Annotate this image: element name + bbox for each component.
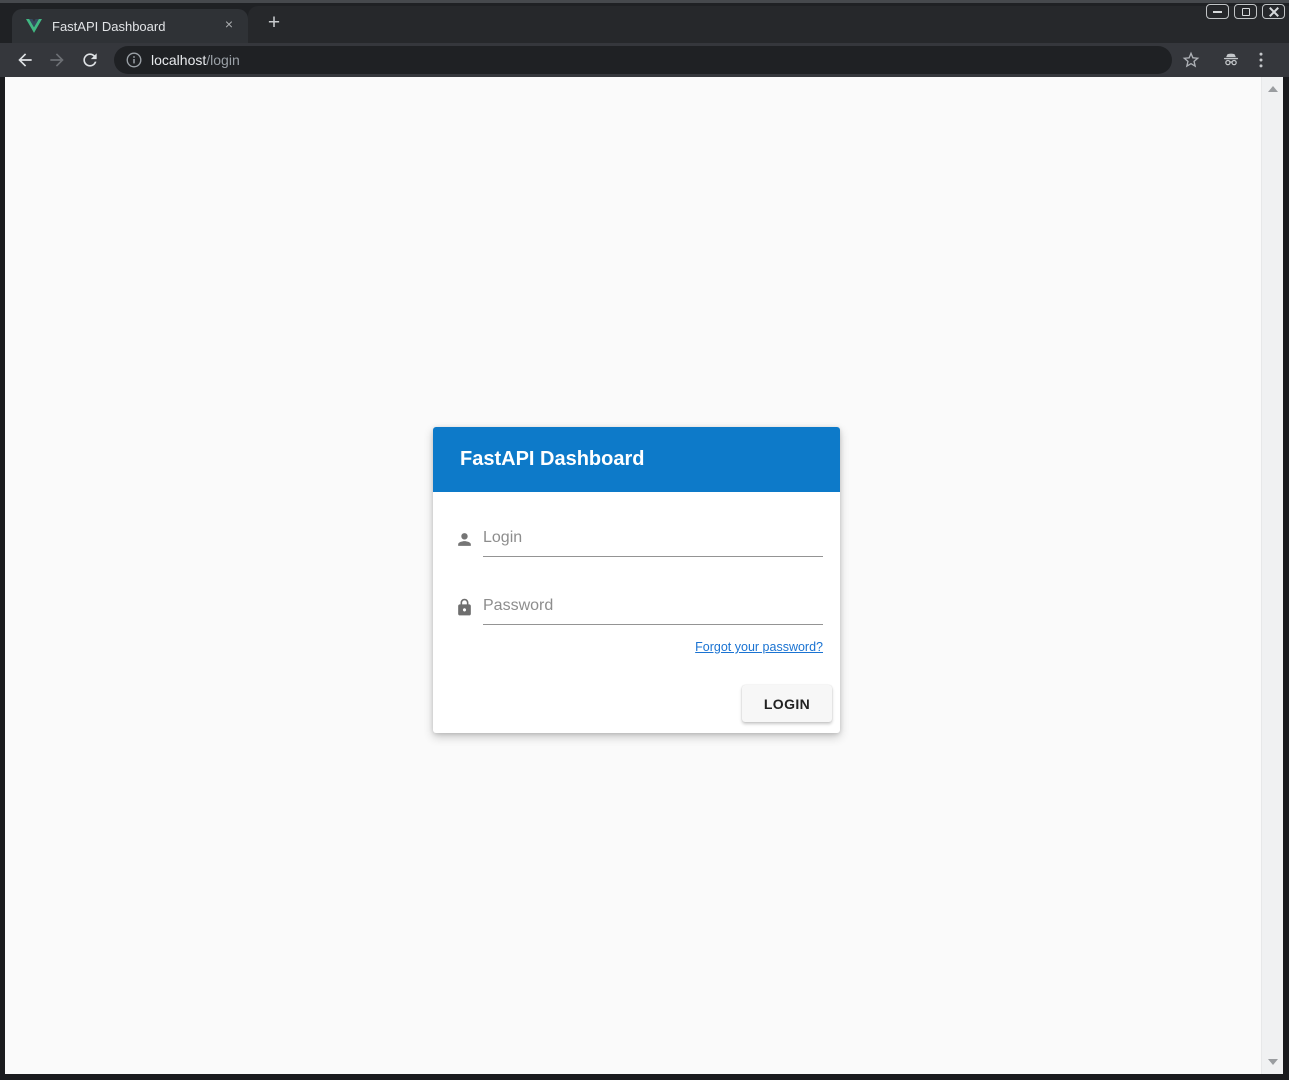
tabstrip-background xyxy=(248,6,1289,43)
forward-arrow-icon xyxy=(47,50,67,70)
person-icon xyxy=(455,530,474,549)
login-button[interactable]: LOGIN xyxy=(742,685,832,722)
page-scrollbar[interactable] xyxy=(1261,77,1283,1074)
url-text: localhost/login xyxy=(151,52,240,68)
maximize-button[interactable] xyxy=(1234,4,1257,19)
password-input[interactable] xyxy=(483,593,823,625)
window-top-border xyxy=(0,0,1289,3)
back-arrow-icon xyxy=(15,50,35,70)
minimize-icon xyxy=(1213,11,1222,13)
scrollbar-up-arrow-icon[interactable] xyxy=(1268,86,1278,92)
incognito-icon xyxy=(1221,49,1241,69)
page-info-icon[interactable] xyxy=(126,52,142,68)
three-dots-icon xyxy=(1251,50,1271,70)
minimize-button[interactable] xyxy=(1206,4,1229,19)
tab-close-icon[interactable]: × xyxy=(220,17,238,35)
forward-button[interactable] xyxy=(47,50,67,70)
login-card-body: Forgot your password? LOGIN xyxy=(433,492,840,733)
back-button[interactable] xyxy=(15,50,35,70)
star-icon xyxy=(1181,50,1201,70)
window-controls xyxy=(1206,4,1285,19)
reload-button[interactable] xyxy=(80,50,100,70)
login-input[interactable] xyxy=(483,525,823,557)
login-card-header: FastAPI Dashboard xyxy=(433,427,840,492)
url-host: localhost xyxy=(151,52,206,68)
login-card: FastAPI Dashboard Forgot your password? … xyxy=(433,427,840,733)
incognito-indicator xyxy=(1221,49,1241,69)
browser-toolbar: localhost/login xyxy=(0,43,1289,77)
lock-icon xyxy=(455,598,474,617)
reload-icon xyxy=(80,50,100,70)
scrollbar-down-arrow-icon[interactable] xyxy=(1268,1059,1278,1065)
new-tab-button[interactable]: + xyxy=(261,10,287,36)
url-bar[interactable]: localhost/login xyxy=(114,46,1172,74)
tab-title: FastAPI Dashboard xyxy=(52,19,220,34)
bookmark-button[interactable] xyxy=(1181,50,1201,70)
page-viewport: FastAPI Dashboard Forgot your password? … xyxy=(5,77,1283,1074)
browser-menu-button[interactable] xyxy=(1251,50,1271,70)
browser-tab[interactable]: FastAPI Dashboard × xyxy=(12,9,248,43)
browser-window: { "browser": { "tab_title": "FastAPI Das… xyxy=(0,0,1289,1080)
forgot-password-link[interactable]: Forgot your password? xyxy=(695,640,823,654)
login-card-title: FastAPI Dashboard xyxy=(460,448,644,471)
titlebar: FastAPI Dashboard × + xyxy=(0,0,1289,43)
maximize-icon xyxy=(1242,8,1250,16)
close-icon xyxy=(1269,7,1279,17)
close-button[interactable] xyxy=(1262,4,1285,19)
url-path: /login xyxy=(206,52,239,68)
vue-favicon-icon xyxy=(26,19,42,33)
